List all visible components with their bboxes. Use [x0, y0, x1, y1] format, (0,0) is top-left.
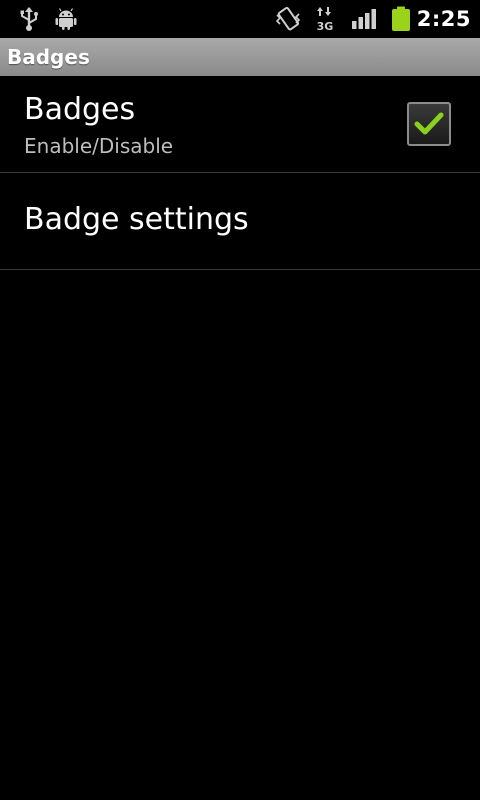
- usb-icon: [14, 0, 44, 38]
- page-title: Badges: [7, 45, 90, 69]
- badges-toggle-row[interactable]: Badges Enable/Disable: [0, 76, 480, 173]
- preference-list: Badges Enable/Disable Badge settings: [0, 76, 480, 270]
- status-bar: 3G 2:25: [0, 0, 480, 38]
- android-debug-icon: [52, 0, 80, 38]
- title-bar: Badges: [0, 38, 480, 76]
- battery-icon: [390, 0, 412, 38]
- signal-icon: [349, 0, 379, 38]
- svg-text:3G: 3G: [317, 20, 334, 32]
- preference-title: Badges: [24, 92, 136, 127]
- badges-checkbox[interactable]: [407, 102, 451, 146]
- badge-settings-row[interactable]: Badge settings: [0, 173, 480, 270]
- preference-title: Badge settings: [24, 202, 249, 237]
- status-time: 2:25: [416, 7, 471, 31]
- preference-summary: Enable/Disable: [24, 134, 174, 158]
- check-mark-icon: [414, 112, 444, 135]
- vibrate-icon: [272, 0, 304, 38]
- network-3g-icon: 3G: [312, 0, 338, 38]
